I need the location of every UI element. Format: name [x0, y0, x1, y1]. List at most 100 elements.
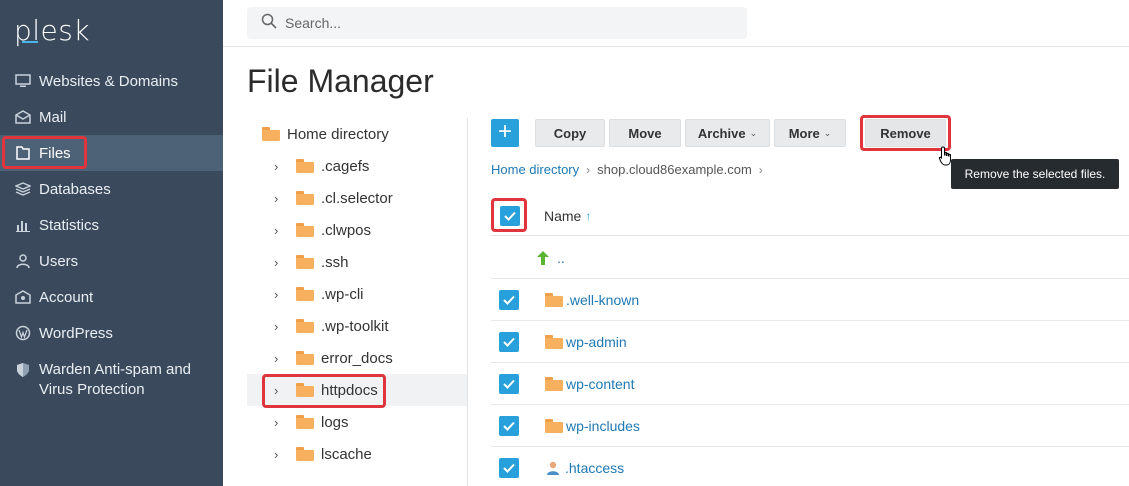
tree-item-label: logs [321, 413, 349, 431]
sidebar-item-label: Warden Anti-spam and [39, 361, 192, 378]
tree-item[interactable]: › .clwpos [247, 214, 467, 246]
table-row[interactable]: wp-content [491, 363, 1129, 405]
tree-item[interactable]: › .cagefs [247, 150, 467, 182]
chevron-right-icon: › [758, 162, 763, 177]
tree-item[interactable]: › error_docs [247, 342, 467, 374]
chevron-right-icon[interactable]: › [274, 287, 288, 302]
archive-button[interactable]: Archive ⌄ [685, 119, 770, 147]
tree-item-label: .wp-cli [321, 285, 364, 303]
sidebar-item-label: WordPress [39, 324, 113, 342]
tree-item-home[interactable]: Home directory [247, 118, 467, 150]
sidebar: plesk Websites & Domains Mail Files Data… [0, 0, 223, 486]
bar-chart-icon [14, 216, 32, 234]
table-row[interactable]: wp-admin [491, 321, 1129, 363]
file-owner-icon [545, 460, 561, 476]
row-checkbox[interactable] [499, 457, 519, 478]
archive-button-label: Archive [697, 125, 746, 141]
sidebar-item-warden[interactable]: Warden Anti-spam and Virus Protection [0, 354, 223, 402]
check-icon [503, 379, 515, 389]
sidebar-item-label: Account [39, 288, 94, 306]
search-bar[interactable] [247, 7, 747, 39]
tree-item[interactable]: › .wp-cli [247, 278, 467, 310]
tree-item[interactable]: › .wp-toolkit [247, 310, 467, 342]
sidebar-item-label: Statistics [39, 216, 100, 234]
folder-icon [296, 415, 314, 429]
user-icon [14, 252, 32, 270]
table-row[interactable]: wp-includes [491, 405, 1129, 447]
row-checkbox[interactable] [499, 373, 519, 394]
check-icon [503, 463, 515, 473]
sidebar-item-label-group: Warden Anti-spam and Virus Protection [39, 360, 191, 400]
chevron-right-icon[interactable]: › [274, 159, 288, 174]
tree-item-label: .wp-toolkit [321, 317, 389, 335]
tree-item-label: .cl.selector [321, 189, 393, 207]
file-name-link[interactable]: wp-includes [566, 418, 640, 434]
file-name-link[interactable]: .htaccess [565, 460, 624, 476]
row-checkbox[interactable] [499, 331, 519, 352]
search-input[interactable] [285, 15, 685, 31]
shield-icon [14, 361, 32, 379]
folder-icon [296, 447, 314, 461]
copy-button-label: Copy [553, 125, 587, 141]
tree-item[interactable]: › .cl.selector [247, 182, 467, 214]
mail-icon [14, 108, 32, 126]
folder-icon [296, 287, 314, 301]
file-name-link[interactable]: .well-known [566, 292, 639, 308]
breadcrumb-current: shop.cloud86example.com [597, 162, 752, 177]
chevron-right-icon[interactable]: › [274, 319, 288, 334]
chevron-right-icon[interactable]: › [274, 351, 288, 366]
chevron-right-icon[interactable]: › [274, 255, 288, 270]
list-item-parent[interactable]: .. [491, 237, 1129, 279]
folder-icon [296, 159, 314, 173]
tree-divider [467, 118, 468, 486]
files-highlight-box [2, 136, 87, 169]
copy-button[interactable]: Copy [535, 119, 605, 147]
sidebar-item-statistics[interactable]: Statistics [0, 207, 223, 243]
sidebar-item-users[interactable]: Users [0, 243, 223, 279]
name-column-header[interactable]: Name [544, 208, 581, 224]
check-icon [503, 295, 515, 305]
move-button[interactable]: Move [609, 119, 681, 147]
sidebar-item-websites[interactable]: Websites & Domains [0, 63, 223, 99]
more-button[interactable]: More ⌄ [774, 119, 846, 147]
add-button[interactable]: + [491, 119, 519, 147]
table-row[interactable]: .htaccess [491, 447, 1129, 486]
row-checkbox[interactable] [499, 415, 519, 436]
row-checkbox[interactable] [499, 289, 519, 310]
parent-directory-link[interactable]: .. [557, 250, 565, 266]
file-name-link[interactable]: wp-content [566, 376, 634, 392]
monitor-icon [14, 72, 32, 90]
tree-item[interactable]: › .ssh [247, 246, 467, 278]
more-button-label: More [788, 125, 820, 141]
folder-icon [296, 191, 314, 205]
table-row[interactable]: .well-known [491, 279, 1129, 321]
move-button-label: Move [628, 125, 662, 141]
sidebar-item-databases[interactable]: Databases [0, 171, 223, 207]
tree-item[interactable]: › lscache [247, 438, 467, 470]
folder-icon [296, 255, 314, 269]
sidebar-item-wordpress[interactable]: WordPress [0, 315, 223, 351]
sidebar-item-account[interactable]: Account [0, 279, 223, 315]
tree-item[interactable]: › logs [247, 406, 467, 438]
file-name-link[interactable]: wp-admin [566, 334, 627, 350]
chevron-right-icon[interactable]: › [274, 447, 288, 462]
account-icon [14, 288, 32, 306]
folder-icon [545, 418, 563, 433]
folder-icon [545, 376, 563, 391]
chevron-right-icon[interactable]: › [274, 191, 288, 206]
sidebar-item-mail[interactable]: Mail [0, 99, 223, 135]
chevron-right-icon[interactable]: › [274, 415, 288, 430]
chevron-right-icon: › [586, 162, 591, 177]
up-arrow-icon [535, 250, 551, 266]
folder-icon [545, 334, 563, 349]
folder-icon [262, 127, 280, 141]
breadcrumb-home-link[interactable]: Home directory [491, 162, 579, 177]
page-title: File Manager [247, 63, 434, 99]
sidebar-item-label-line2: Virus Protection [39, 381, 145, 398]
header-divider [223, 46, 1129, 47]
tree-item-label: error_docs [321, 349, 393, 367]
check-icon [503, 421, 515, 431]
sidebar-item-label: Databases [39, 180, 111, 198]
chevron-right-icon[interactable]: › [274, 223, 288, 238]
sort-ascending-icon[interactable]: ↑ [585, 209, 591, 223]
